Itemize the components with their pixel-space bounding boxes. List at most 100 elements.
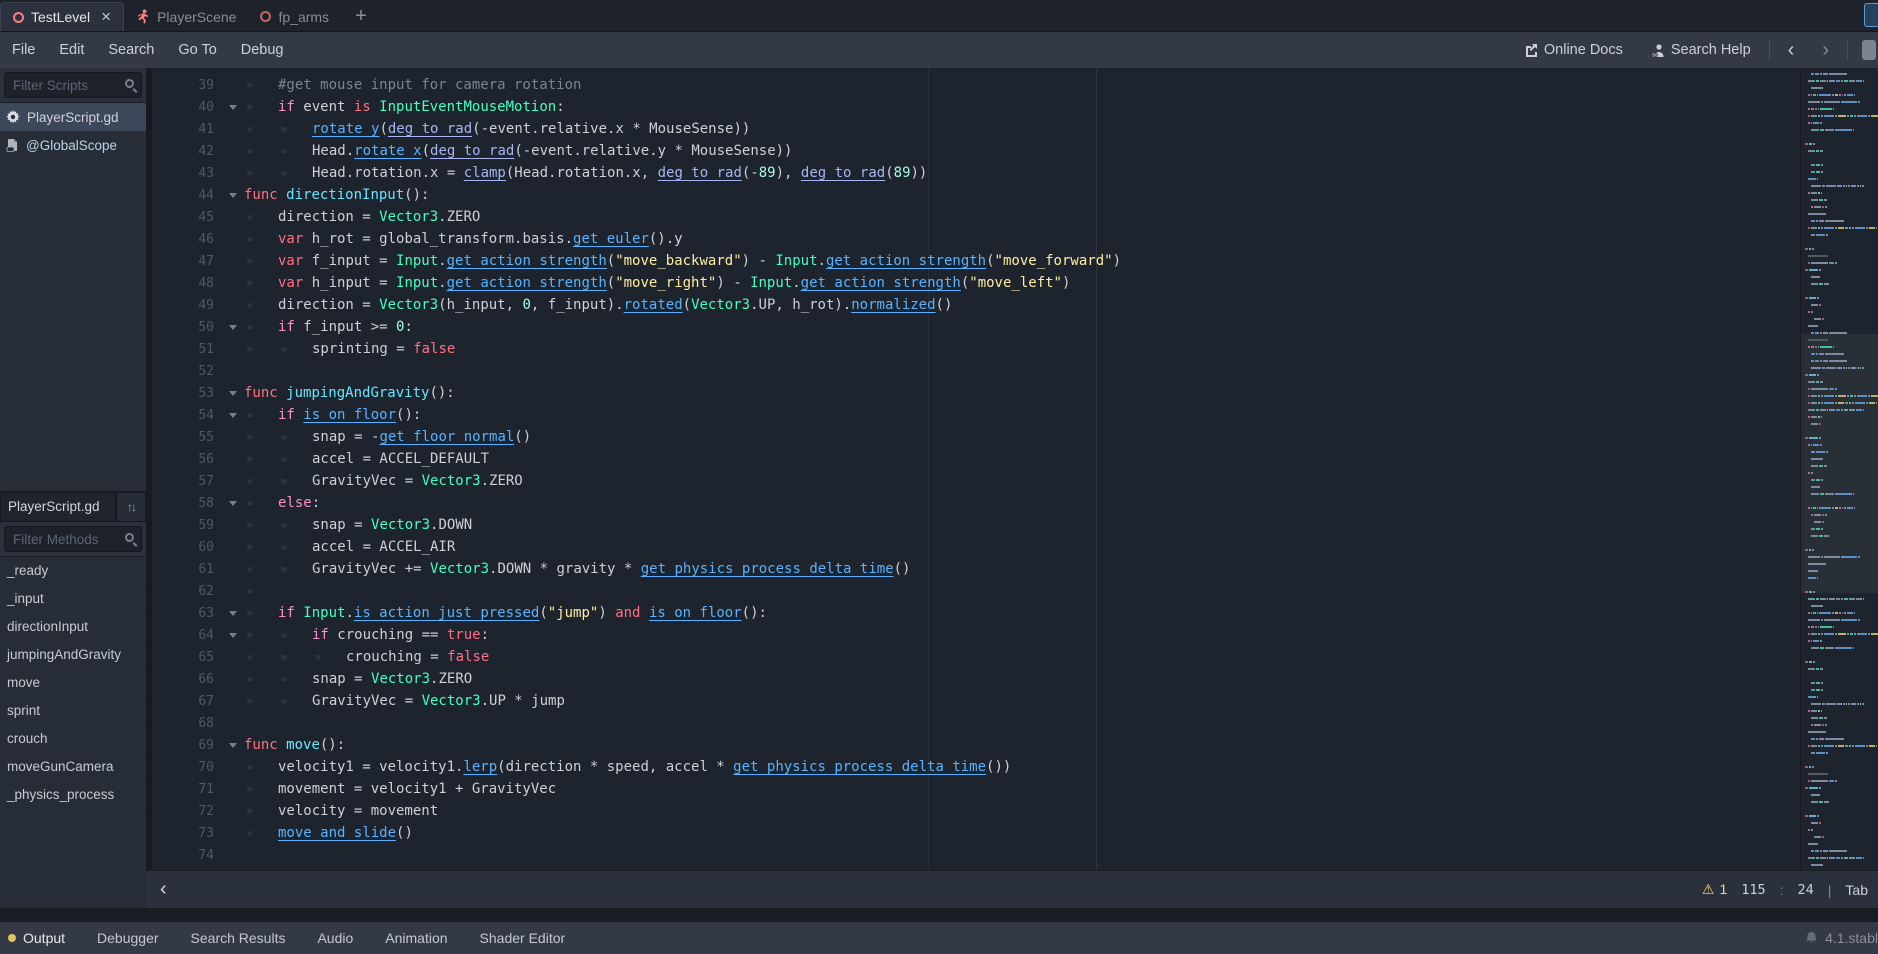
online-docs-button[interactable]: Online Docs — [1514, 42, 1633, 58]
fold-arrow-icon[interactable] — [222, 743, 244, 748]
code-line[interactable]: 55»»snap = -get_floor_normal() — [152, 426, 1800, 448]
search-help-button[interactable]: DOC Search Help — [1641, 42, 1761, 58]
code-line[interactable]: 64»»if crouching == true: — [152, 624, 1800, 646]
code-line[interactable]: 51»»sprinting = false — [152, 338, 1800, 360]
code-line[interactable]: 56»»accel = ACCEL_DEFAULT — [152, 448, 1800, 470]
code-line[interactable]: 67»»GravityVec = Vector3.UP * jump — [152, 690, 1800, 712]
bottom-tab-shader-editor[interactable]: Shader Editor — [464, 922, 582, 954]
fold-arrow-icon[interactable] — [222, 325, 244, 330]
code-line[interactable]: 58»else: — [152, 492, 1800, 514]
minimap-token — [1811, 829, 1813, 831]
method-item-jumpingAndGravity[interactable]: jumpingAndGravity — [0, 641, 146, 669]
code-token: func — [244, 737, 286, 753]
minimap-line — [1808, 402, 1877, 404]
code-line[interactable]: 70»velocity1 = velocity1.lerp(direction … — [152, 756, 1800, 778]
fold-arrow-icon[interactable] — [222, 391, 244, 396]
menu-search[interactable]: Search — [96, 42, 166, 58]
menu-separator — [1847, 39, 1848, 61]
history-forward-button[interactable]: › — [1812, 39, 1839, 62]
bottom-tab-audio[interactable]: Audio — [301, 922, 369, 954]
menu-file[interactable]: File — [0, 42, 47, 58]
minimap[interactable] — [1800, 68, 1878, 870]
filter-scripts-input[interactable] — [4, 72, 142, 98]
fold-arrow-icon[interactable] — [222, 413, 244, 418]
code-line[interactable]: 66»»snap = Vector3.ZERO — [152, 668, 1800, 690]
code-line[interactable]: 52 — [152, 360, 1800, 382]
code-line[interactable]: 63»if Input.is_action_just_pressed("jump… — [152, 602, 1800, 624]
bottom-tab-animation[interactable]: Animation — [369, 922, 463, 954]
fold-arrow-icon[interactable] — [222, 193, 244, 198]
bottom-tab-search-results[interactable]: Search Results — [175, 922, 302, 954]
code-line[interactable]: 59»»snap = Vector3.DOWN — [152, 514, 1800, 536]
script-item-playerscriptgd[interactable]: PlayerScript.gd — [0, 103, 146, 131]
code-line[interactable]: 72»velocity = movement — [152, 800, 1800, 822]
code-line[interactable]: 73»move_and_slide() — [152, 822, 1800, 844]
code-line[interactable]: 47»var f_input = Input.get_action_streng… — [152, 250, 1800, 272]
code-line[interactable]: 74 — [152, 844, 1800, 866]
minimap-viewport[interactable] — [1801, 334, 1878, 593]
menu-go-to[interactable]: Go To — [166, 42, 228, 58]
history-back-button[interactable]: ‹ — [1778, 39, 1805, 62]
method-item-ready[interactable]: _ready — [0, 557, 146, 585]
code-line[interactable]: 60»»accel = ACCEL_AIR — [152, 536, 1800, 558]
code-line[interactable]: 62» — [152, 580, 1800, 602]
menu-edit[interactable]: Edit — [47, 42, 96, 58]
fold-arrow-icon[interactable] — [222, 105, 244, 110]
bottom-tab-output[interactable]: Output — [0, 922, 81, 954]
code-editor[interactable]: 39»#get mouse input for camera rotation4… — [152, 68, 1800, 870]
code-line[interactable]: 68 — [152, 712, 1800, 734]
scene-tab-playerscene[interactable]: PlayerScene — [124, 2, 248, 31]
code-token: "move_forward" — [995, 253, 1113, 269]
code-line[interactable]: 40»if event is InputEventMouseMotion: — [152, 96, 1800, 118]
code-line[interactable]: 39»#get mouse input for camera rotation — [152, 74, 1800, 96]
sort-methods-button[interactable]: ↑↓ — [116, 492, 146, 522]
scene-tab-fp_arms[interactable]: fp_arms — [248, 2, 341, 31]
filter-methods-input[interactable] — [4, 526, 142, 552]
code-line[interactable]: 45»direction = Vector3.ZERO — [152, 206, 1800, 228]
code-token: (): — [742, 605, 767, 621]
code-line[interactable]: 44func directionInput(): — [152, 184, 1800, 206]
code-line[interactable]: 57»»GravityVec = Vector3.ZERO — [152, 470, 1800, 492]
code-line[interactable]: 49»direction = Vector3(h_input, 0, f_inp… — [152, 294, 1800, 316]
minimap-token — [1814, 836, 1821, 838]
code-line[interactable]: 46»var h_rot = global_transform.basis.ge… — [152, 228, 1800, 250]
minimap-token — [1811, 346, 1815, 348]
minimap-token — [1815, 850, 1819, 852]
minimap-token — [1819, 423, 1822, 425]
distraction-free-icon[interactable] — [1864, 3, 1878, 27]
fold-arrow-icon[interactable] — [222, 611, 244, 616]
method-item-input[interactable]: _input — [0, 585, 146, 613]
script-item-globalscope[interactable]: @GlobalScope — [0, 131, 146, 159]
minimap-token — [1816, 353, 1818, 355]
fold-arrow-icon[interactable] — [222, 633, 244, 638]
menu-debug[interactable]: Debug — [229, 42, 296, 58]
code-line[interactable]: 48»var h_input = Input.get_action_streng… — [152, 272, 1800, 294]
panel-toggle-icon[interactable] — [1862, 40, 1876, 60]
code-line[interactable]: 41»»rotate_y(deg_to_rad(-event.relative.… — [152, 118, 1800, 140]
method-item-sprint[interactable]: sprint — [0, 697, 146, 725]
method-item-crouch[interactable]: crouch — [0, 725, 146, 753]
warning-badge[interactable]: ⚠ 1 — [1702, 881, 1727, 898]
collapse-scripts-panel-button[interactable]: ‹ — [146, 878, 181, 901]
code-line[interactable]: 69func move(): — [152, 734, 1800, 756]
code-line[interactable]: 53func jumpingAndGravity(): — [152, 382, 1800, 404]
method-item-directionInput[interactable]: directionInput — [0, 613, 146, 641]
notification-bell-icon[interactable] — [1805, 931, 1818, 945]
code-line[interactable]: 65»»»crouching = false — [152, 646, 1800, 668]
bottom-tab-debugger[interactable]: Debugger — [81, 922, 175, 954]
method-item-physicsprocess[interactable]: _physics_process — [0, 781, 146, 809]
scene-tab-testlevel[interactable]: TestLevel× — [0, 2, 124, 31]
method-item-move[interactable]: move — [0, 669, 146, 697]
fold-arrow-icon[interactable] — [222, 501, 244, 506]
code-line[interactable]: 50»if f_input >= 0: — [152, 316, 1800, 338]
method-item-moveGunCamera[interactable]: moveGunCamera — [0, 753, 146, 781]
code-line[interactable]: 71»movement = velocity1 + GravityVec — [152, 778, 1800, 800]
code-line[interactable]: 61»»GravityVec += Vector3.DOWN * gravity… — [152, 558, 1800, 580]
minimap-token — [1838, 633, 1846, 635]
close-tab-icon[interactable]: × — [101, 11, 111, 23]
code-line[interactable]: 54»if is_on_floor(): — [152, 404, 1800, 426]
add-scene-tab-button[interactable]: + — [341, 5, 381, 31]
code-line[interactable]: 42»»Head.rotate_x(deg_to_rad(-event.rela… — [152, 140, 1800, 162]
code-line[interactable]: 43»»Head.rotation.x = clamp(Head.rotatio… — [152, 162, 1800, 184]
minimap-token — [1811, 199, 1818, 201]
